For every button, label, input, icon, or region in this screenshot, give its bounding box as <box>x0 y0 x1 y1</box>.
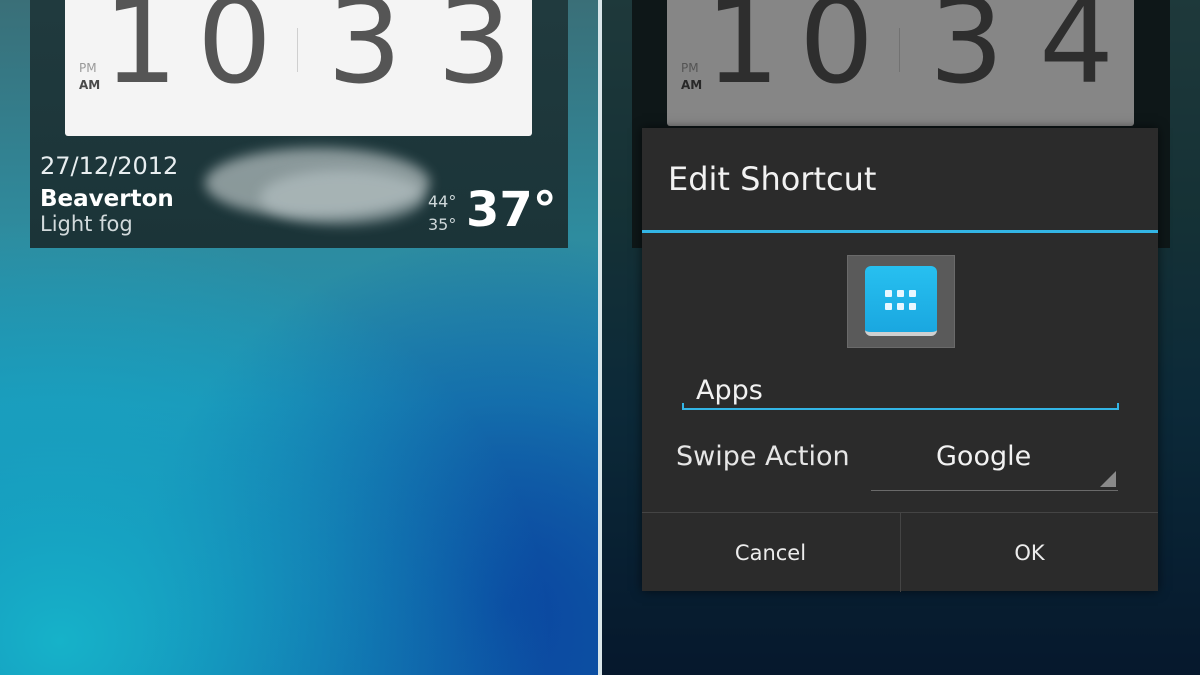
hour-digit-2: 0 <box>197 0 273 110</box>
swipe-action-value: Google <box>936 441 1032 472</box>
cancel-button[interactable]: Cancel <box>642 513 899 592</box>
weather-date: 27/12/2012 <box>40 152 179 180</box>
low-temp: 35° <box>428 215 457 234</box>
pm-label: PM <box>79 61 97 75</box>
grid-dot <box>909 290 916 297</box>
name-input-underline <box>682 403 1119 410</box>
weather-condition: Light fog <box>40 212 133 236</box>
edit-shortcut-dialog: Edit Shortcut Swipe Action Google Cancel… <box>642 128 1158 592</box>
ok-button[interactable]: OK <box>900 513 1158 592</box>
clock-weather-widget[interactable]: PM AM 1 0 3 3 27/12/2012 Beaverton Light… <box>30 0 568 248</box>
current-temperature: 37° <box>466 182 557 238</box>
apps-grid-icon <box>865 266 937 336</box>
minute-digit-2: 3 <box>437 0 513 110</box>
dropdown-underline <box>871 490 1118 491</box>
clock-card: PM AM 1 0 3 3 <box>65 0 532 136</box>
shortcut-name-input[interactable] <box>682 370 1132 410</box>
grid-dot <box>885 290 892 297</box>
clock-divider <box>297 28 298 72</box>
grid-dot <box>909 303 916 310</box>
hour-digit-1: 1 <box>103 0 179 110</box>
fog-cloud-icon-part <box>260 170 425 225</box>
swipe-action-label: Swipe Action <box>676 441 850 472</box>
grid-dot <box>885 303 892 310</box>
title-divider <box>642 230 1158 233</box>
high-temp: 44° <box>428 192 457 211</box>
dropdown-corner-icon <box>1100 471 1116 487</box>
am-label: AM <box>79 78 101 92</box>
dialog-title: Edit Shortcut <box>668 160 877 198</box>
weather-city: Beaverton <box>40 186 174 212</box>
grid-dot <box>897 303 904 310</box>
ampm-indicator: PM AM <box>79 60 100 94</box>
high-low-temperatures: 44° 35° <box>428 190 456 236</box>
grid-dot <box>897 290 904 297</box>
home-screen-left: PM AM 1 0 3 3 27/12/2012 Beaverton Light… <box>0 0 598 675</box>
swipe-action-dropdown[interactable]: Google <box>871 433 1118 491</box>
dialog-button-bar: Cancel OK <box>642 512 1158 592</box>
shortcut-icon-picker[interactable] <box>847 255 955 348</box>
minute-digit-1: 3 <box>327 0 403 110</box>
